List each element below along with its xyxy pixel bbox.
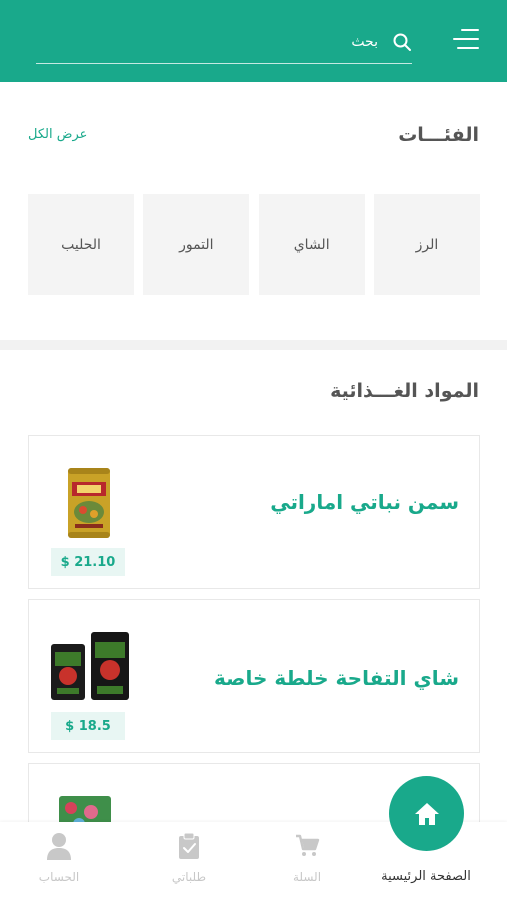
clipboard-icon bbox=[179, 832, 199, 859]
category-rice[interactable]: الرز bbox=[373, 194, 480, 295]
product-card[interactable]: سمن نباتي اماراتي $ 21.10 bbox=[28, 435, 480, 589]
categories-title: الفئـــات bbox=[398, 124, 479, 146]
product-name: سمن نباتي اماراتي bbox=[270, 490, 459, 514]
home-fab-button[interactable] bbox=[389, 776, 464, 851]
nav-cart[interactable]: السلة bbox=[268, 822, 346, 900]
product-card[interactable]: شاي التفاحة خلطة خاصة $ 18.5 bbox=[28, 599, 480, 753]
category-milk[interactable]: الحليب bbox=[28, 194, 134, 295]
price-badge: $ 18.5 bbox=[51, 712, 125, 740]
ghee-can-image bbox=[68, 468, 110, 538]
home-icon bbox=[414, 802, 439, 825]
nav-account-label: الحساب bbox=[38, 870, 80, 884]
category-tea[interactable]: الشاي bbox=[258, 194, 365, 295]
nav-home-label: الصفحة الرئيسية bbox=[381, 869, 471, 884]
nav-orders-label: طلباتي bbox=[171, 870, 207, 884]
app-header bbox=[0, 0, 507, 82]
category-dates[interactable]: التمور bbox=[143, 194, 250, 295]
product-name: شاي التفاحة خلطة خاصة bbox=[214, 666, 459, 690]
tea-packs-image bbox=[51, 632, 129, 700]
cart-icon bbox=[296, 834, 320, 856]
nav-account[interactable]: الحساب bbox=[22, 822, 96, 900]
section-divider bbox=[0, 340, 507, 350]
categories-section: الفئـــات عرض الكل الرز الشاي التمور الح… bbox=[0, 82, 507, 340]
menu-icon[interactable] bbox=[453, 28, 479, 50]
search-bar[interactable] bbox=[36, 26, 412, 64]
search-icon[interactable] bbox=[392, 32, 412, 52]
nav-orders[interactable]: طلباتي bbox=[150, 822, 228, 900]
nav-cart-label: السلة bbox=[292, 870, 322, 884]
search-input[interactable] bbox=[78, 28, 378, 56]
user-icon bbox=[47, 833, 71, 860]
price-badge: $ 21.10 bbox=[51, 548, 125, 576]
food-items-title: المواد الغـــذائية bbox=[330, 380, 479, 402]
view-all-link[interactable]: عرض الكل bbox=[28, 127, 87, 142]
category-list: الرز الشاي التمور الحليب bbox=[28, 194, 480, 295]
